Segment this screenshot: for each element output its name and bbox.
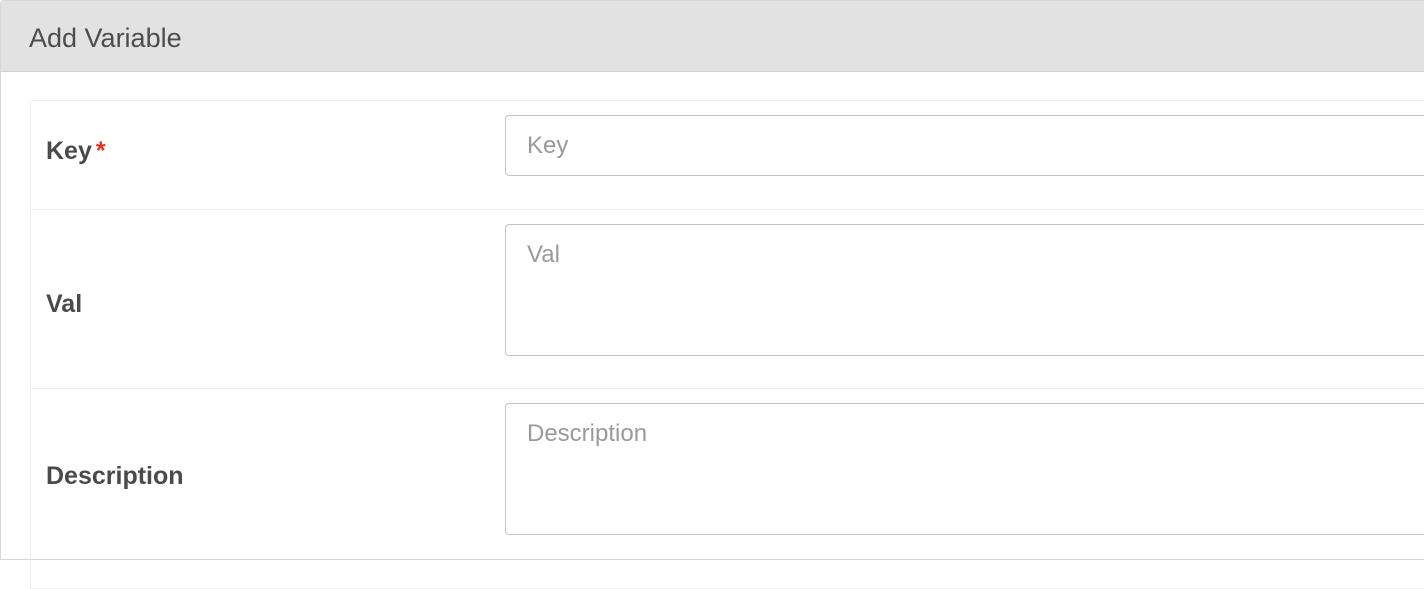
description-label: Description xyxy=(46,462,184,490)
form-row-val: Val xyxy=(31,210,1424,389)
form-row-key: Key * xyxy=(31,101,1424,210)
val-textarea[interactable] xyxy=(505,224,1424,356)
form-row-description: Description xyxy=(31,389,1424,589)
key-input[interactable] xyxy=(505,115,1424,176)
key-label-text: Key xyxy=(46,137,92,165)
add-variable-panel: Add Variable Key* Val Description xyxy=(0,0,1424,589)
key-label: Key * xyxy=(46,136,106,166)
required-marker: * xyxy=(95,137,106,165)
variable-form: Key* Val Description xyxy=(30,100,1424,589)
val-label: Val xyxy=(46,290,83,318)
panel-title: Add Variable xyxy=(29,23,182,53)
description-textarea[interactable] xyxy=(505,403,1424,535)
panel-heading: Add Variable xyxy=(1,1,1424,72)
